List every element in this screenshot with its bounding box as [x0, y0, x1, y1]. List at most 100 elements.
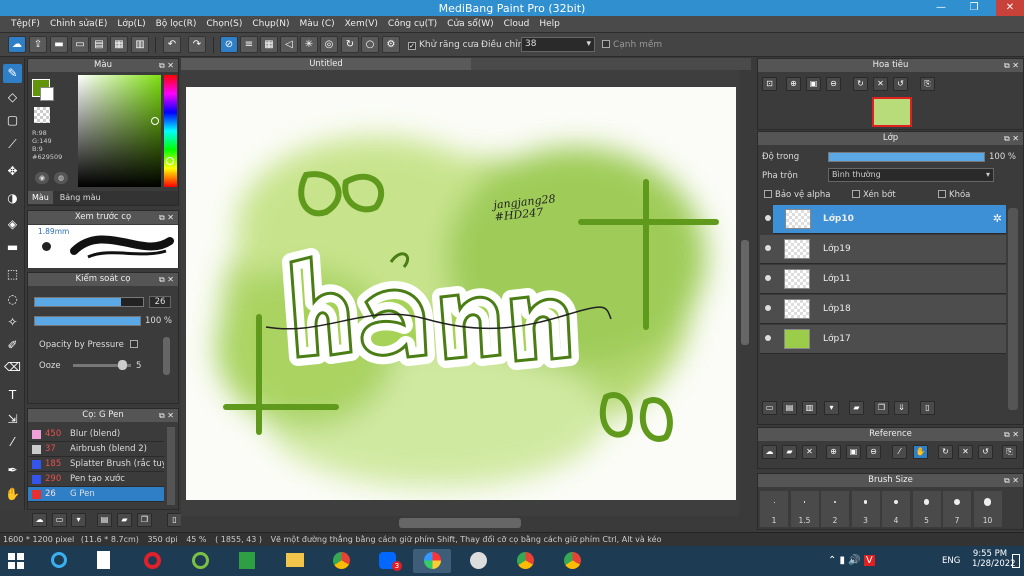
brush-size-preset[interactable]: 7	[943, 491, 971, 527]
merge-icon[interactable]: ⇓	[894, 401, 909, 415]
picker-handle[interactable]	[151, 117, 159, 125]
scrollbar[interactable]	[181, 516, 751, 530]
palette-icon[interactable]: ◉	[35, 172, 49, 184]
menu-edit[interactable]: Chỉnh sửa(E)	[45, 16, 112, 32]
scrollbar-thumb[interactable]	[399, 518, 521, 528]
comment-icon[interactable]: ▬	[50, 36, 68, 53]
brush-size-value[interactable]: 26	[149, 296, 171, 308]
folder-icon[interactable]: ▰	[849, 401, 864, 415]
line-tool-icon[interactable]: ⟋	[3, 135, 22, 154]
transparent-swatch[interactable]	[34, 107, 50, 123]
close-icon[interactable]: ⧉ ✕	[159, 273, 174, 286]
brush-size-preset[interactable]: 10	[973, 491, 1002, 527]
layer-row[interactable]: Lớp18	[760, 295, 1006, 324]
redo-icon[interactable]: ↷	[188, 36, 206, 53]
eyedropper-icon[interactable]: ⁄	[892, 445, 907, 459]
brush-size-preset[interactable]: 2	[821, 491, 849, 527]
brush-size-preset[interactable]: 4	[882, 491, 910, 527]
pressure-checkbox[interactable]	[129, 340, 138, 348]
ellipse-snap-icon[interactable]: ○	[361, 36, 379, 53]
hand-tool-icon[interactable]: ✋	[3, 485, 22, 504]
menu-tools[interactable]: Công cụ(T)	[383, 16, 442, 32]
clipping-checkbox[interactable]: Xén bớt	[852, 190, 896, 200]
clock[interactable]: 9:55 PM 1/28/2022	[972, 549, 1016, 569]
page-icon[interactable]: ▭	[71, 36, 89, 53]
layer-row[interactable]: Lớp10 ✲	[765, 205, 1006, 234]
menu-layer[interactable]: Lớp(L)	[112, 16, 150, 32]
brush-size-slider[interactable]	[34, 297, 144, 307]
eyedropper-icon[interactable]: ⁄	[3, 433, 22, 452]
close-button[interactable]: ✕	[996, 0, 1024, 16]
language-indicator[interactable]: ENG	[942, 556, 960, 566]
saturation-value-picker[interactable]	[78, 75, 161, 187]
delete-icon[interactable]: ▯	[920, 401, 935, 415]
color-wheel-icon[interactable]: ◍	[54, 172, 68, 184]
chrome-icon[interactable]	[322, 549, 360, 573]
opera-icon[interactable]	[133, 549, 171, 573]
cloud-brush-icon[interactable]: ☁	[32, 513, 47, 527]
undo-icon[interactable]: ↶	[163, 36, 181, 53]
tab-color[interactable]: Màu	[28, 191, 53, 204]
hue-slider[interactable]	[164, 75, 177, 187]
new-8bit-layer-icon[interactable]: ▥	[802, 401, 817, 415]
close-reference-icon[interactable]: ✕	[802, 445, 817, 459]
new-halftone-layer-icon[interactable]: ▤	[782, 401, 797, 415]
lasso-tool-icon[interactable]: ◌	[3, 290, 22, 309]
list-item[interactable]: 290 Pen tạo xước	[28, 472, 164, 487]
zoom-in-icon[interactable]: ⊕	[826, 445, 841, 459]
scrollbar[interactable]	[739, 70, 751, 516]
panel-icon[interactable]: ▥	[131, 36, 149, 53]
rotate-right-icon[interactable]: ↺	[893, 77, 908, 91]
scrollbar[interactable]	[1008, 208, 1018, 410]
ooze-handle[interactable]	[118, 360, 127, 370]
upload-icon[interactable]: ⇪	[29, 36, 47, 53]
rotate-icon[interactable]: ↻	[853, 77, 868, 91]
menu-select[interactable]: Chọn(S)	[201, 16, 247, 32]
curve-snap-icon[interactable]: ↻	[341, 36, 359, 53]
app-icon[interactable]	[181, 549, 219, 573]
protect-alpha-checkbox[interactable]: Bảo vệ alpha	[764, 190, 830, 200]
reset-view-icon[interactable]: ⎘	[920, 77, 935, 91]
move-tool-icon[interactable]: ✥	[3, 162, 22, 181]
magic-wand-icon[interactable]: ✧	[3, 313, 22, 332]
select-pen-icon[interactable]: ✐	[3, 336, 22, 355]
close-icon[interactable]: ⧉ ✕	[159, 211, 174, 224]
medibang-icon[interactable]	[413, 549, 451, 573]
hand-icon[interactable]: ✋	[913, 445, 928, 459]
menu-cloud[interactable]: Cloud	[499, 16, 535, 32]
folder-icon[interactable]: ▰	[117, 513, 132, 527]
operation-tool-icon[interactable]: ⇲	[3, 410, 22, 429]
new-brush-icon[interactable]: ▭	[52, 513, 67, 527]
list-item[interactable]: 450 Blur (blend)	[28, 427, 164, 442]
reset-view-icon[interactable]: ⎘	[1002, 445, 1017, 459]
settings-icon[interactable]: ⚙	[382, 36, 400, 53]
gradient-tool-icon[interactable]: ▬	[3, 238, 22, 257]
delete-icon[interactable]: ▯	[167, 513, 182, 527]
brush-tool-icon[interactable]: ✎	[3, 64, 22, 83]
brush-size-preset[interactable]: 5	[912, 491, 941, 527]
menu-view[interactable]: Xem(V)	[340, 16, 383, 32]
eye-icon[interactable]	[765, 335, 771, 341]
select-eraser-icon[interactable]: ⌫	[3, 358, 22, 377]
notification-icon[interactable]	[1012, 554, 1020, 568]
paint-icon[interactable]	[459, 549, 497, 573]
zalo-icon[interactable]: 3	[368, 549, 406, 573]
flip-icon[interactable]: ✕	[958, 445, 973, 459]
zoom-out-icon[interactable]: ⊖	[826, 77, 841, 91]
scrollbar[interactable]	[163, 337, 170, 375]
background-color-swatch[interactable]	[40, 87, 54, 101]
parallel-snap-icon[interactable]: ≡	[240, 36, 258, 53]
blend-mode-select[interactable]: Bình thường ▾	[828, 168, 994, 182]
close-icon[interactable]: ⧉ ✕	[159, 59, 174, 72]
document-icon[interactable]: ▤	[90, 36, 108, 53]
duplicate-icon[interactable]: ❐	[874, 401, 889, 415]
eye-icon[interactable]	[765, 305, 771, 311]
fill-tool-icon[interactable]: ◈	[3, 215, 22, 234]
layer-opacity-slider[interactable]	[828, 152, 985, 162]
file-icon[interactable]	[85, 549, 123, 573]
grid-icon[interactable]: ▦	[110, 36, 128, 53]
gear-icon[interactable]: ✲	[993, 212, 1002, 225]
store-icon[interactable]	[228, 549, 266, 573]
menu-filter[interactable]: Bộ lọc(R)	[151, 16, 202, 32]
eye-icon[interactable]	[765, 275, 771, 281]
